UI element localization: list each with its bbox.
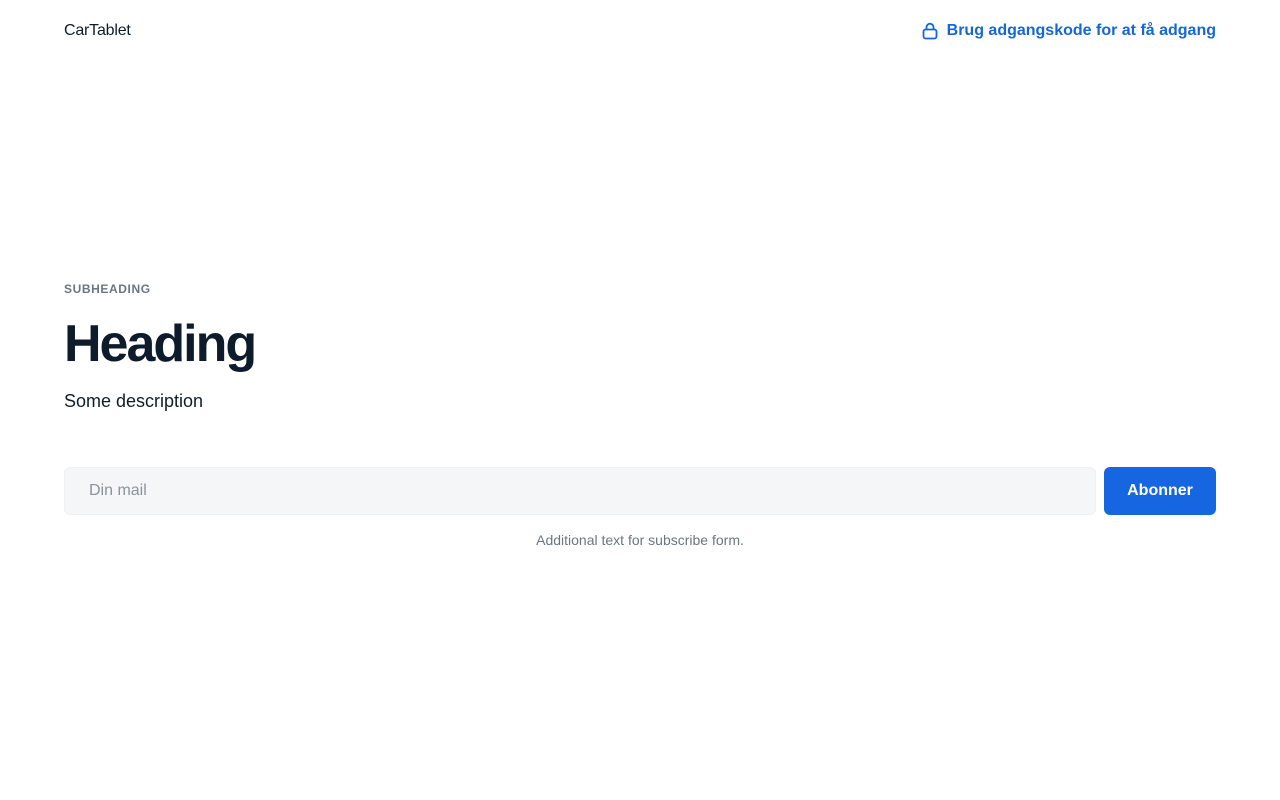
brand-logo[interactable]: CarTablet <box>64 22 131 40</box>
subscribe-form-note: Additional text for subscribe form. <box>536 532 744 548</box>
site-header: CarTablet Brug adgangskode for at få adg… <box>64 0 1216 62</box>
password-link-label: Brug adgangskode for at få adgang <box>946 22 1216 39</box>
page: CarTablet Brug adgangskode for at få adg… <box>0 0 1280 800</box>
hero-section: SUBHEADING Heading Some description <box>64 282 1216 413</box>
subheading: SUBHEADING <box>64 282 151 296</box>
email-input[interactable] <box>64 467 1096 515</box>
lock-icon <box>921 22 939 40</box>
subscribe-form: Abonner <box>64 467 1216 515</box>
page-heading: Heading <box>64 315 257 373</box>
description: Some description <box>64 391 204 411</box>
subscribe-button[interactable]: Abonner <box>1104 467 1216 515</box>
password-access-link[interactable]: Brug adgangskode for at få adgang <box>921 22 1216 40</box>
